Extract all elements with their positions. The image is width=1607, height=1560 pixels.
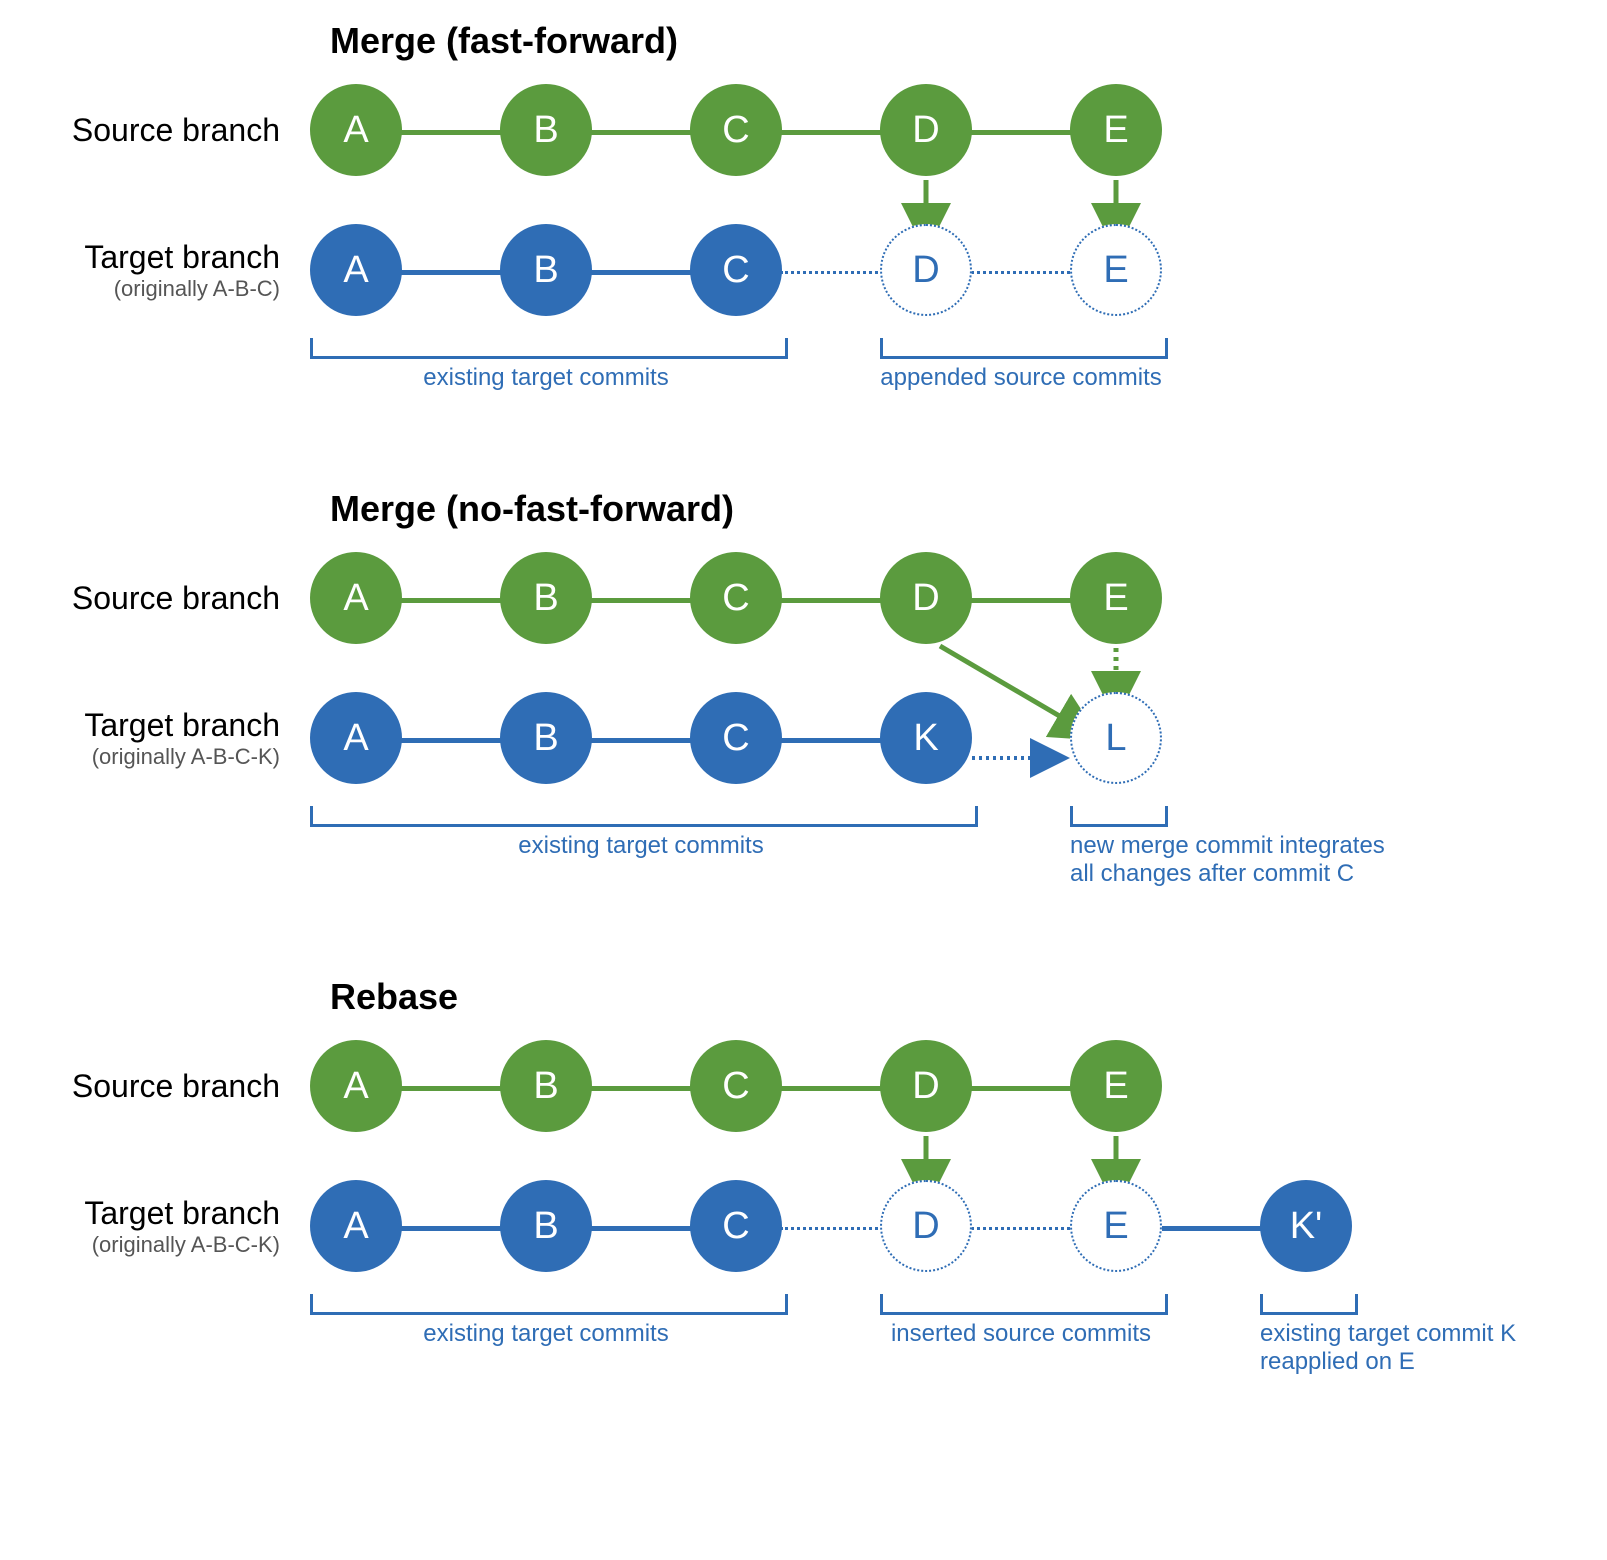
source-label: Source branch <box>20 580 280 617</box>
brackets: existing target commits inserted source … <box>310 1294 1587 1404</box>
target-row: Target branch (originally A-B-C-K) A B C… <box>20 688 1587 788</box>
commit-node: C <box>690 224 782 316</box>
target-row: Target branch (originally A-B-C) A B C D… <box>20 220 1587 320</box>
commit-node: B <box>500 1180 592 1272</box>
source-row: Source branch A B C D E <box>20 80 1587 180</box>
bracket-label: existing target commits <box>310 364 782 392</box>
commit-node: L <box>1070 692 1162 784</box>
target-row: Target branch (originally A-B-C-K) A B C… <box>20 1176 1587 1276</box>
commit-node: C <box>690 552 782 644</box>
commit-node: E <box>1070 224 1162 316</box>
section-merge-noff: Merge (no-fast-forward) Source branch A … <box>20 488 1587 906</box>
section-title: Merge (fast-forward) <box>330 20 1587 62</box>
section-merge-ff: Merge (fast-forward) Source branch A B C… <box>20 20 1587 418</box>
bracket-label: existing target commit K reapplied on E <box>1260 1320 1590 1376</box>
target-sub: (originally A-B-C-K) <box>20 744 280 770</box>
target-sub: (originally A-B-C-K) <box>20 1232 280 1258</box>
commit-node: E <box>1070 84 1162 176</box>
commit-node: C <box>690 1040 782 1132</box>
target-graph: A B C K L <box>310 688 1210 788</box>
commit-node: B <box>500 224 592 316</box>
target-label: Target branch <box>20 707 280 744</box>
commit-node: A <box>310 84 402 176</box>
commit-node: D <box>880 84 972 176</box>
commit-node: A <box>310 1040 402 1132</box>
commit-node: E <box>1070 1180 1162 1272</box>
commit-node: A <box>310 224 402 316</box>
source-label: Source branch <box>20 1068 280 1105</box>
commit-node: B <box>500 1040 592 1132</box>
bracket-label: existing target commits <box>310 1320 782 1348</box>
commit-node: K <box>880 692 972 784</box>
commit-node: D <box>880 224 972 316</box>
bracket-label: new merge commit integrates all changes … <box>1070 832 1410 888</box>
target-graph: A B C D E <box>310 220 1210 320</box>
commit-node: B <box>500 84 592 176</box>
target-graph: A B C D E K' <box>310 1176 1410 1276</box>
target-sub: (originally A-B-C) <box>20 276 280 302</box>
brackets: existing target commits new merge commit… <box>310 806 1587 906</box>
source-row: Source branch A B C D E <box>20 1036 1587 1136</box>
commit-node: A <box>310 692 402 784</box>
commit-node: A <box>310 552 402 644</box>
commit-node: A <box>310 1180 402 1272</box>
brackets: existing target commits appended source … <box>310 338 1587 418</box>
source-graph: A B C D E <box>310 548 1210 648</box>
source-label: Source branch <box>20 112 280 149</box>
bracket-label: existing target commits <box>310 832 972 860</box>
section-rebase: Rebase Source branch A B C D E <box>20 976 1587 1404</box>
commit-node: E <box>1070 1040 1162 1132</box>
commit-node: D <box>880 552 972 644</box>
bracket-label: inserted source commits <box>865 1320 1177 1348</box>
target-label: Target branch <box>20 1195 280 1232</box>
commit-node: E <box>1070 552 1162 644</box>
commit-node: D <box>880 1040 972 1132</box>
source-graph: A B C D E <box>310 1036 1410 1136</box>
section-title: Merge (no-fast-forward) <box>330 488 1587 530</box>
commit-node: D <box>880 1180 972 1272</box>
commit-node: K' <box>1260 1180 1352 1272</box>
commit-node: C <box>690 84 782 176</box>
commit-node: B <box>500 692 592 784</box>
bracket-label: appended source commits <box>865 364 1177 392</box>
target-label: Target branch <box>20 239 280 276</box>
section-title: Rebase <box>330 976 1587 1018</box>
source-graph: A B C D E <box>310 80 1210 180</box>
commit-node: C <box>690 1180 782 1272</box>
commit-node: B <box>500 552 592 644</box>
commit-node: C <box>690 692 782 784</box>
source-row: Source branch A B C D E <box>20 548 1587 648</box>
